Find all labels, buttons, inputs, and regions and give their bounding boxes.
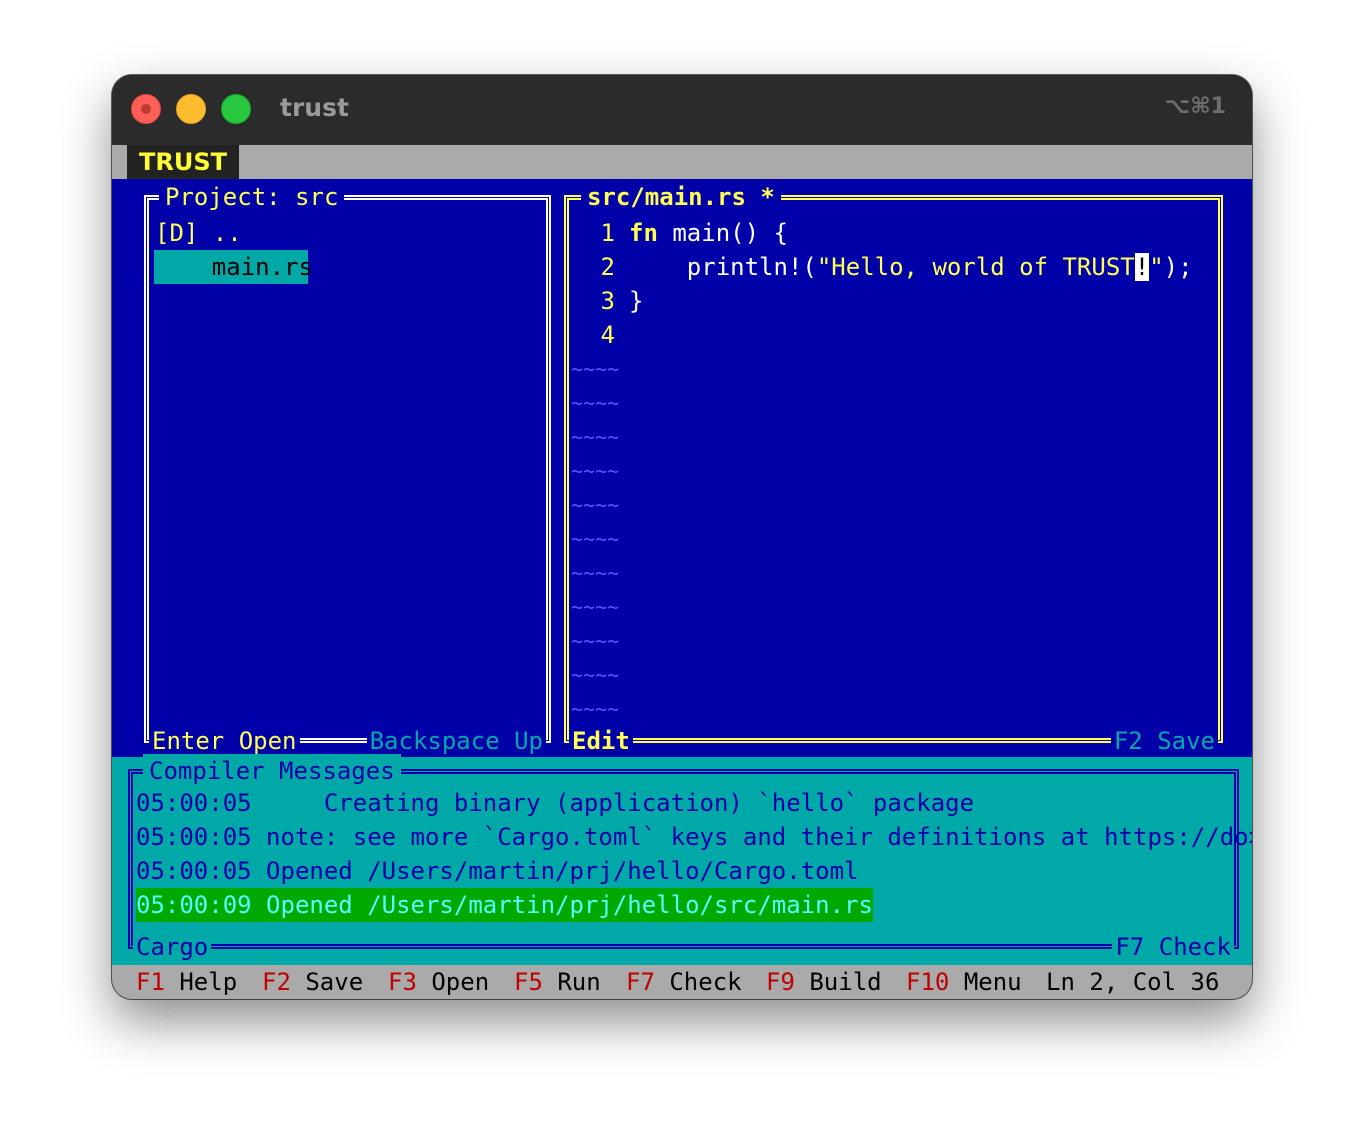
window-shortcut: ⌥⌘1 bbox=[1164, 94, 1226, 119]
empty-line-marker: ~~~~ bbox=[571, 629, 620, 653]
project-panel-title: Project: src bbox=[159, 180, 345, 214]
cursor-position: Ln 2, Col 36 bbox=[1046, 968, 1220, 996]
workspace: Project: src [D] .. main.rs Enter Open B… bbox=[112, 179, 1252, 758]
status-f1-help[interactable]: F1 Help bbox=[136, 965, 237, 999]
empty-line-marker: ~~~~ bbox=[571, 357, 620, 381]
terminal-window: trust ⌥⌘1 TRUST FileEditSearchRunCompile… bbox=[112, 75, 1252, 999]
status-f2-save[interactable]: F2 Save bbox=[262, 965, 363, 999]
empty-line-marker: ~~~~ bbox=[571, 527, 620, 551]
code-line-3[interactable]: 3} bbox=[587, 284, 644, 318]
compiler-messages-title: Compiler Messages bbox=[143, 754, 401, 788]
message-line: 05:00:05 note: see more `Cargo.toml` key… bbox=[136, 823, 1252, 851]
line-number: 1 bbox=[600, 219, 615, 247]
compiler-messages-panel[interactable]: Compiler Messages 05:00:05 Creating bina… bbox=[128, 754, 1252, 964]
window-title: trust bbox=[280, 93, 349, 122]
empty-line-marker: ~~~~ bbox=[571, 663, 620, 687]
messages-footer-cargo: Cargo bbox=[133, 930, 212, 964]
project-footer-backspace-up: Backspace Up bbox=[366, 724, 546, 758]
code-line-4[interactable]: 4 bbox=[587, 318, 629, 352]
status-f5-run[interactable]: F5 Run bbox=[514, 965, 601, 999]
title-bar: trust ⌥⌘1 bbox=[112, 75, 1252, 145]
empty-line-marker: ~~~~ bbox=[571, 697, 620, 721]
minimize-button[interactable] bbox=[176, 94, 206, 124]
code-line-1[interactable]: 1 fn main() { bbox=[587, 216, 788, 250]
terminal-screen: TRUST FileEditSearchRunCompileDebugProje… bbox=[112, 145, 1252, 999]
status-f7-check[interactable]: F7 Check bbox=[626, 965, 742, 999]
empty-line-marker: ~~~~ bbox=[571, 595, 620, 619]
status-f9-build[interactable]: F9 Build bbox=[766, 965, 882, 999]
menu-bar: TRUST FileEditSearchRunCompileDebugProje… bbox=[112, 145, 1252, 210]
project-panel[interactable]: Project: src [D] .. main.rs Enter Open B… bbox=[144, 180, 551, 758]
editor-footer-mode: Edit bbox=[569, 724, 633, 758]
close-button[interactable] bbox=[131, 94, 161, 124]
messages-area: Compiler Messages 05:00:05 Creating bina… bbox=[112, 754, 1252, 965]
message-line-selected[interactable]: 05:00:09 Opened /Users/martin/prj/hello/… bbox=[136, 888, 873, 922]
status-bar: F1 Help F2 Save F3 Open F5 Run F7 Check … bbox=[112, 965, 1252, 999]
empty-line-marker: ~~~~ bbox=[571, 391, 620, 415]
message-line: 05:00:05 Creating binary (application) `… bbox=[136, 789, 975, 817]
project-footer-enter-open: Enter Open bbox=[149, 724, 300, 758]
line-number: 4 bbox=[600, 321, 615, 349]
text-cursor: ! bbox=[1134, 253, 1150, 281]
editor-panel[interactable]: src/main.rs * 1 fn main() { 2 println!("H… bbox=[564, 180, 1223, 758]
file-item-parent-dir[interactable]: [D] .. bbox=[155, 216, 242, 250]
empty-line-marker: ~~~~ bbox=[571, 459, 620, 483]
line-number: 3 bbox=[600, 287, 615, 315]
editor-title: src/main.rs * bbox=[581, 180, 781, 214]
empty-line-marker: ~~~~ bbox=[571, 425, 620, 449]
editor-footer-save: F2 Save bbox=[1110, 724, 1218, 758]
status-f10-menu[interactable]: F10 Menu bbox=[906, 965, 1022, 999]
line-number: 2 bbox=[600, 253, 615, 281]
app-brand[interactable]: TRUST bbox=[127, 145, 239, 179]
message-line: 05:00:05 Opened /Users/martin/prj/hello/… bbox=[136, 857, 859, 885]
empty-line-marker: ~~~~ bbox=[571, 493, 620, 517]
zoom-button[interactable] bbox=[221, 94, 251, 124]
status-f3-open[interactable]: F3 Open bbox=[388, 965, 489, 999]
messages-footer-check: F7 Check bbox=[1112, 930, 1234, 964]
code-line-2[interactable]: 2 println!("Hello, world of TRUST!"); bbox=[587, 250, 1193, 284]
empty-line-marker: ~~~~ bbox=[571, 561, 620, 585]
file-item-main-rs[interactable]: main.rs bbox=[154, 250, 313, 284]
